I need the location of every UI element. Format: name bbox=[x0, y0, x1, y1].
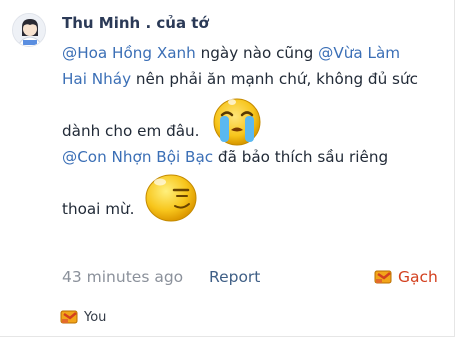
avatar-icon bbox=[13, 14, 45, 46]
smug-emoji-icon bbox=[145, 174, 197, 222]
mention-vua-lam-hai-nhay-cont[interactable]: Hai Nháy bbox=[62, 70, 131, 88]
reaction-label: Gạch bbox=[398, 268, 438, 286]
comment-timestamp: 43 minutes ago bbox=[62, 268, 184, 286]
report-button[interactable]: Report bbox=[209, 268, 260, 286]
mention-hoa-hong-xanh[interactable]: @Hoa Hồng Xanh bbox=[62, 44, 196, 62]
mention-con-nhon-boi-bac[interactable]: @Con Nhợn Bội Bạc bbox=[62, 148, 213, 166]
comment-text: ngày nào cũng bbox=[195, 44, 319, 62]
comment-spacer bbox=[62, 170, 447, 196]
comment-text: thoai mừ. bbox=[62, 200, 135, 218]
reaction-summary[interactable]: You bbox=[60, 308, 106, 326]
comment-line-2: Hai Nháy nên phải ăn mạnh chứ, không đủ … bbox=[62, 66, 447, 92]
crying-emoji-icon bbox=[213, 98, 261, 146]
brick-reaction-icon bbox=[374, 270, 392, 284]
comment-line-1: @Hoa Hồng Xanh ngày nào cũng @Vừa Làm bbox=[62, 40, 447, 66]
brick-reaction-icon bbox=[60, 310, 78, 324]
comment-text: nên phải ăn mạnh chứ, không đủ sức bbox=[131, 70, 418, 88]
comment-author[interactable]: Thu Minh . của tớ bbox=[62, 14, 209, 32]
comment-card: Thu Minh . của tớ @Hoa Hồng Xanh ngày nà… bbox=[0, 0, 455, 337]
comment-line-5: thoai mừ. bbox=[62, 174, 447, 222]
reaction-button[interactable]: Gạch bbox=[374, 268, 438, 286]
comment-text: dành cho em đâu. bbox=[62, 122, 200, 140]
mention-vua-lam-hai-nhay[interactable]: @Vừa Làm bbox=[318, 44, 400, 62]
comment-line-3: dành cho em đâu. bbox=[62, 98, 447, 146]
comment-text: đã bảo thích sầu riêng bbox=[213, 148, 389, 166]
comment-body: @Hoa Hồng Xanh ngày nào cũng @Vừa Làm Ha… bbox=[62, 40, 447, 222]
reaction-user-label: You bbox=[84, 309, 107, 325]
avatar[interactable] bbox=[12, 13, 46, 47]
